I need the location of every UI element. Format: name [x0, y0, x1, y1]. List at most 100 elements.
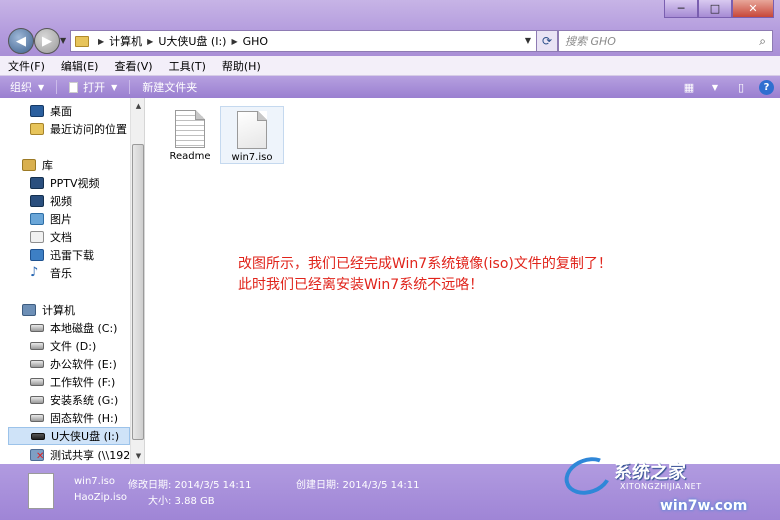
view-controls: ▦ ▼ ▯ ? — [681, 79, 774, 95]
sidebar-item-label: PPTV视频 — [50, 177, 100, 190]
sidebar-item-pptv[interactable]: PPTV视频 — [30, 174, 100, 192]
back-button[interactable]: ◀ — [8, 28, 34, 54]
chevron-down-icon: ▼ — [38, 82, 45, 92]
maximize-button[interactable]: □ — [698, 0, 732, 18]
file-list[interactable]: Readme win7.iso 改图所示，我们已经完成Win7系统镜像(iso)… — [146, 98, 780, 464]
drive-icon — [30, 378, 44, 386]
sidebar-item-pictures[interactable]: 图片 — [30, 210, 72, 228]
usb-drive-icon — [31, 432, 45, 440]
sidebar-item-music[interactable]: ♪ 音乐 — [30, 264, 72, 282]
text-file-icon — [175, 110, 205, 148]
watermark-logo-icon — [559, 450, 617, 502]
address-bar[interactable]: ▶ 计算机 ▶ U大侠U盘 (I:) ▶ GHO ▼ — [70, 30, 540, 52]
documents-icon — [30, 231, 44, 243]
file-name: win7.iso — [231, 152, 273, 163]
help-icon[interactable]: ? — [759, 79, 774, 95]
iso-file-icon — [237, 111, 267, 149]
file-item-readme[interactable]: Readme — [158, 106, 222, 164]
annotation-text: 改图所示，我们已经完成Win7系统镜像(iso)文件的复制了！ 此时我们已经离安… — [238, 254, 708, 296]
sidebar-item-usb-drive[interactable]: U大侠U盘 (I:) — [8, 427, 130, 445]
sidebar-group-computer[interactable]: 计算机 — [22, 301, 75, 319]
sidebar-group-libraries[interactable]: 库 — [22, 156, 53, 174]
menu-tools[interactable]: 工具(T) — [161, 58, 214, 74]
search-input[interactable]: 搜索 GHO ⌕ — [558, 30, 773, 52]
explorer-window: ─ □ ✕ ◀ ▶ ▼ ▶ 计算机 ▶ U大侠U盘 (I:) ▶ GHO ▼ ⟳… — [0, 0, 780, 520]
chevron-down-icon[interactable]: ▼ — [707, 79, 723, 95]
sidebar-item-downloads[interactable]: 迅雷下载 — [30, 246, 94, 264]
breadcrumb-gho[interactable]: GHO — [243, 35, 268, 48]
music-icon: ♪ — [30, 265, 39, 280]
toolbar-divider — [129, 80, 131, 94]
toolbar-divider — [56, 80, 58, 94]
sidebar-item-label: 音乐 — [50, 267, 72, 280]
forward-arrow-icon: ▶ — [42, 33, 52, 49]
back-arrow-icon: ◀ — [16, 33, 26, 49]
sidebar-item-desktop[interactable]: 桌面 — [30, 102, 72, 120]
sidebar-item-drive-h[interactable]: 固态软件 (H:) — [30, 409, 118, 427]
drive-icon — [30, 324, 44, 332]
change-view-icon[interactable]: ▦ — [681, 79, 697, 95]
sidebar-item-label: 固态软件 (H:) — [50, 412, 119, 425]
sidebar-item-label: 最近访问的位置 — [50, 123, 127, 136]
download-icon — [30, 249, 44, 261]
menu-file[interactable]: 文件(F) — [0, 58, 53, 74]
network-drive-icon — [30, 449, 44, 462]
file-item-win7-iso[interactable]: win7.iso — [220, 106, 284, 164]
new-folder-button[interactable]: 新建文件夹 — [132, 79, 207, 95]
site-watermark: 系统之家 XITONGZHIJIA.NET win7w.com — [554, 450, 774, 520]
new-folder-label: 新建文件夹 — [142, 81, 198, 94]
breadcrumb-separator-icon[interactable]: ▶ — [147, 37, 153, 46]
search-icon[interactable]: ⌕ — [759, 34, 766, 49]
computer-icon — [22, 304, 36, 316]
menu-edit[interactable]: 编辑(E) — [53, 58, 107, 74]
sidebar-item-drive-e[interactable]: 办公软件 (E:) — [30, 355, 117, 373]
organize-button[interactable]: 组织 ▼ — [0, 79, 54, 95]
scrollbar-thumb[interactable] — [132, 144, 144, 440]
close-button[interactable]: ✕ — [732, 0, 774, 18]
pictures-icon — [30, 213, 44, 225]
sidebar-scrollbar[interactable]: ▲ ▼ — [130, 98, 144, 464]
sidebar-group-label: 库 — [42, 159, 53, 172]
breadcrumb-computer[interactable]: 计算机 — [109, 33, 142, 49]
file-name: Readme — [169, 151, 211, 162]
address-bar-area: ─ □ ✕ ◀ ▶ ▼ ▶ 计算机 ▶ U大侠U盘 (I:) ▶ GHO ▼ ⟳… — [0, 0, 780, 56]
breadcrumb-usb-drive[interactable]: U大侠U盘 (I:) — [158, 33, 226, 49]
minimize-button[interactable]: ─ — [664, 0, 698, 18]
sidebar-item-documents[interactable]: 文档 — [30, 228, 72, 246]
sidebar-item-label: U大侠U盘 (I:) — [51, 430, 120, 443]
sidebar-item-drive-c[interactable]: 本地磁盘 (C:) — [30, 319, 117, 337]
drive-icon — [30, 360, 44, 368]
watermark-site: win7w.com — [660, 498, 748, 514]
sidebar-item-label: 迅雷下载 — [50, 249, 94, 262]
drive-icon — [30, 414, 44, 422]
file-thumbnail-icon — [28, 473, 54, 509]
sidebar-item-label: 测试共享 (\\192.1 — [50, 449, 141, 462]
scroll-down-icon[interactable]: ▼ — [132, 449, 144, 463]
open-button[interactable]: 打开 ▼ — [59, 79, 127, 95]
sidebar-item-label: 桌面 — [50, 105, 72, 118]
detail-modified-date: 修改日期: 2014/3/5 14:11 — [128, 480, 252, 491]
drive-icon — [30, 396, 44, 404]
preview-pane-icon[interactable]: ▯ — [733, 79, 749, 95]
menu-bar: 文件(F) 编辑(E) 查看(V) 工具(T) 帮助(H) — [0, 56, 780, 76]
sidebar-item-network-share[interactable]: 测试共享 (\\192.1 — [30, 446, 141, 464]
sidebar-item-drive-f[interactable]: 工作软件 (F:) — [30, 373, 115, 391]
scroll-up-icon[interactable]: ▲ — [132, 99, 144, 113]
refresh-button[interactable]: ⟳ — [536, 30, 558, 52]
recent-pages-dropdown[interactable]: ▼ — [60, 36, 66, 45]
menu-help[interactable]: 帮助(H) — [214, 58, 269, 74]
menu-view[interactable]: 查看(V) — [106, 58, 160, 74]
drive-icon — [30, 342, 44, 350]
forward-button[interactable]: ▶ — [34, 28, 60, 54]
sidebar-item-drive-d[interactable]: 文件 (D:) — [30, 337, 96, 355]
address-dropdown-icon[interactable]: ▼ — [525, 36, 531, 45]
sidebar-item-recent-places[interactable]: 最近访问的位置 — [30, 120, 127, 138]
sidebar-item-videos[interactable]: 视频 — [30, 192, 72, 210]
caption-buttons: ─ □ ✕ — [664, 0, 774, 18]
detail-file-type: HaoZip.iso — [74, 492, 128, 503]
document-icon — [69, 81, 79, 93]
video-library-icon — [30, 177, 44, 189]
sidebar-item-drive-g[interactable]: 安装系统 (G:) — [30, 391, 118, 409]
breadcrumb-separator-icon[interactable]: ▶ — [98, 37, 104, 46]
breadcrumb-separator-icon[interactable]: ▶ — [231, 37, 237, 46]
